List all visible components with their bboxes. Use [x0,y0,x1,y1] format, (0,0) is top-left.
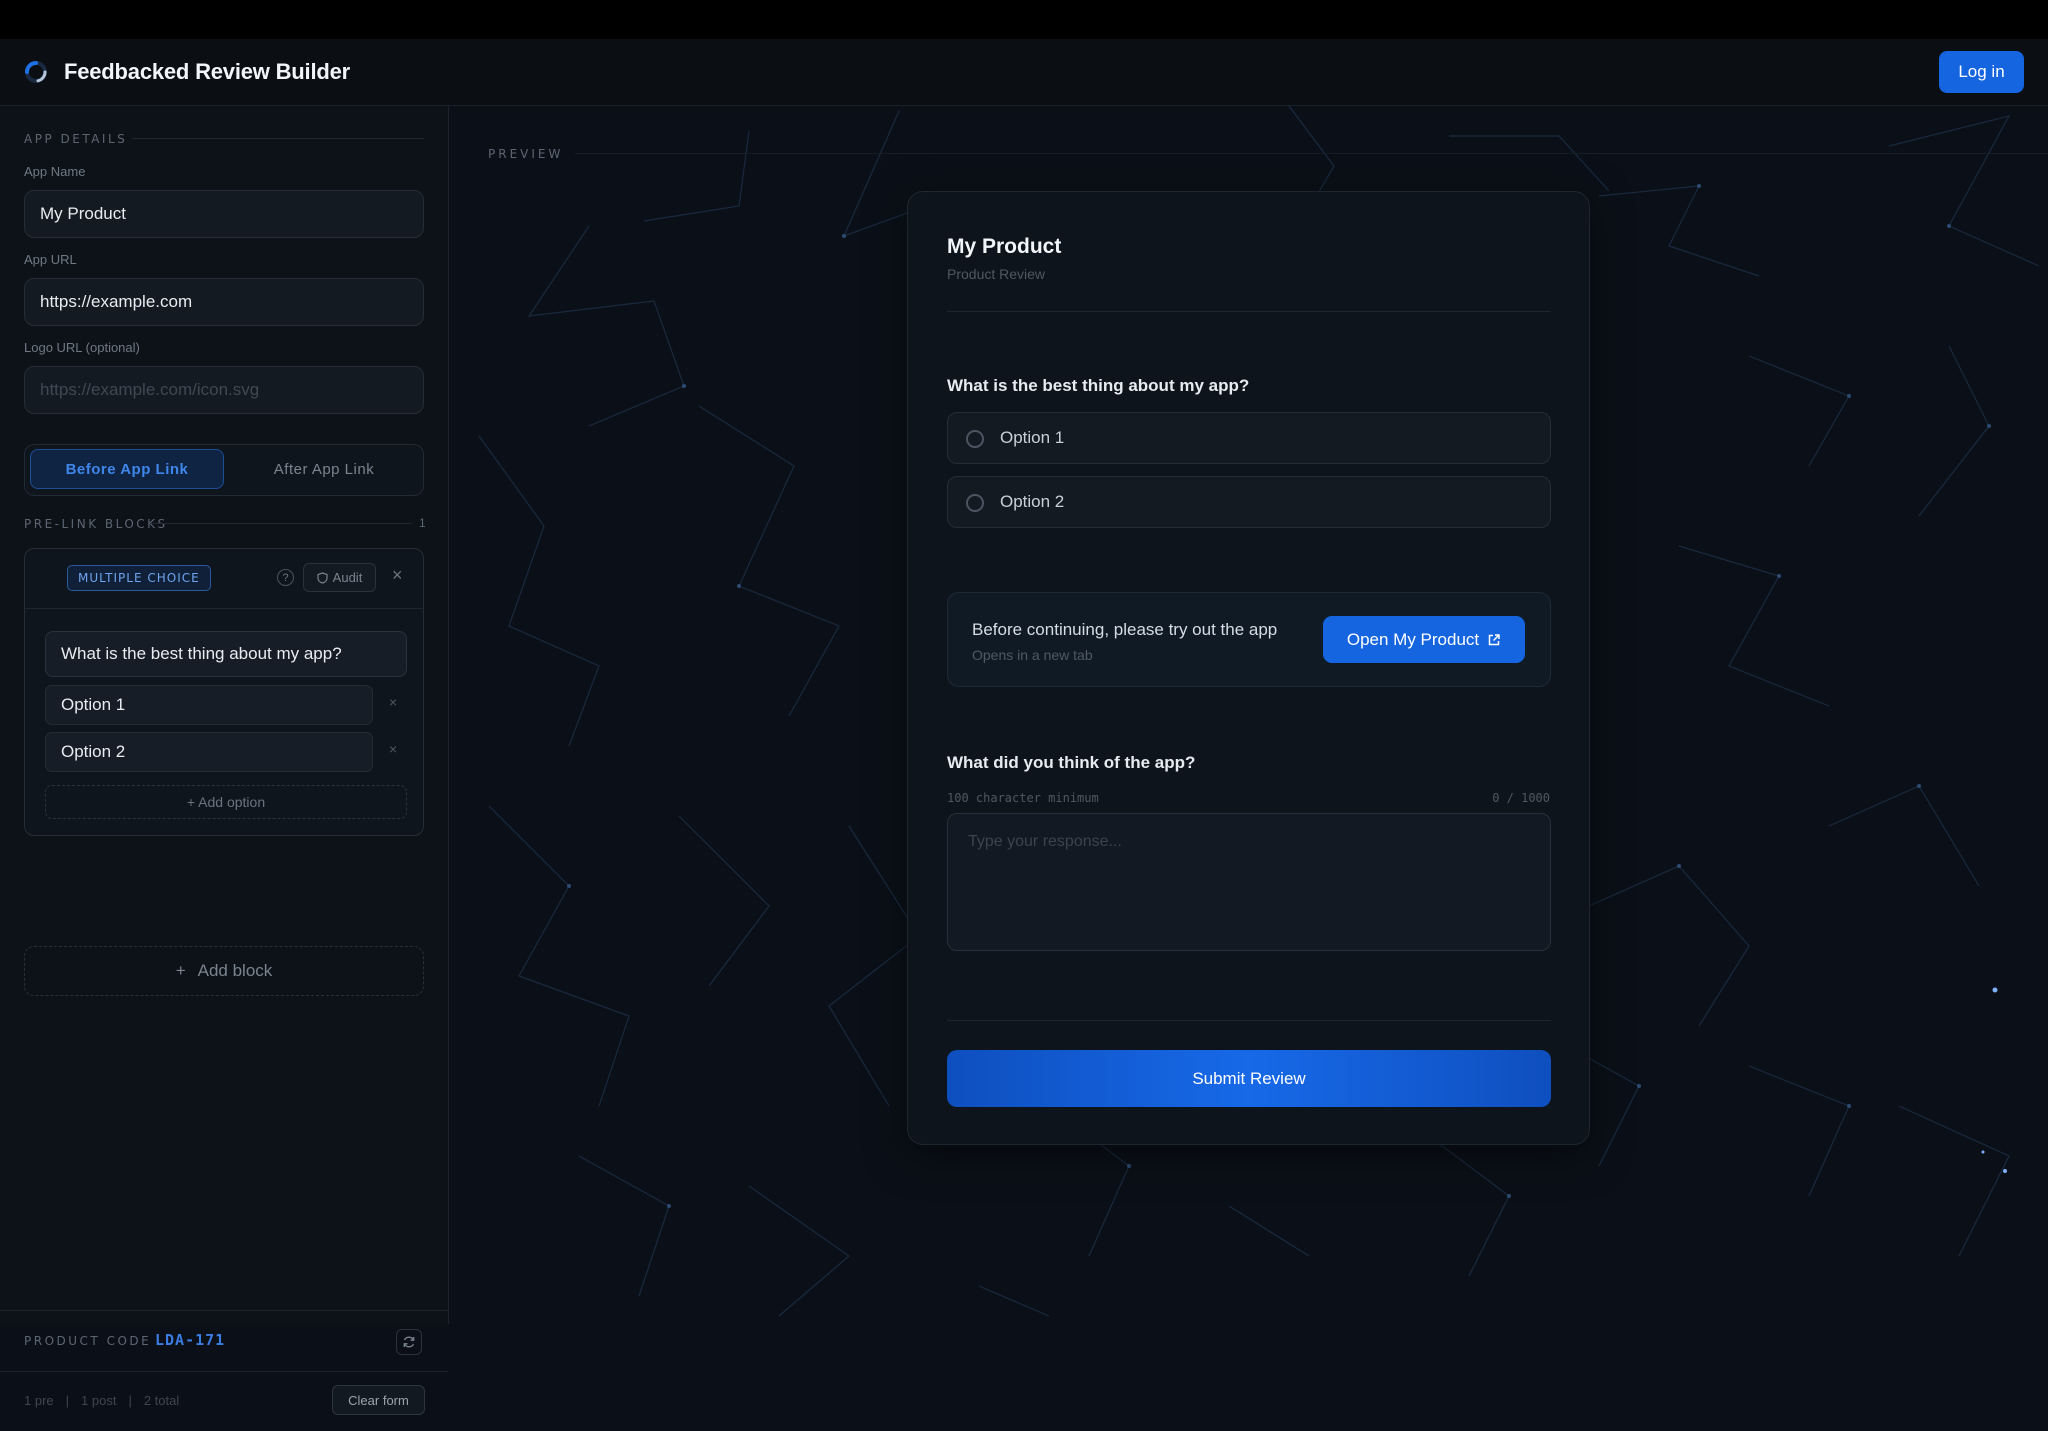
add-block-button[interactable]: + Add block [24,946,424,996]
pre-count: 1 pre [24,1393,54,1408]
plus-icon: + [175,961,186,980]
form-header-divider [947,311,1551,312]
product-code-label: PRODUCT CODE [24,1334,152,1348]
help-icon[interactable]: ? [277,569,294,586]
login-button[interactable]: Log in [1939,51,2024,93]
app-logo-icon [25,61,47,83]
form-subtitle: Product Review [947,266,1046,282]
app-link-text: Before continuing, please try out the ap… [972,620,1278,639]
block-header: MULTIPLE CHOICE ? Audit × [25,549,423,609]
block-card: MULTIPLE CHOICE ? Audit × What is the be… [24,548,424,836]
response-placeholder: Type your response... [968,833,1122,850]
logo-url-label: Logo URL (optional) [24,340,140,355]
prelink-count: 1 [419,516,426,530]
add-option-button[interactable]: + Add option [45,785,407,819]
option-input[interactable]: Option 2 [45,732,373,772]
remove-option-icon[interactable]: × [389,694,397,710]
app-url-input[interactable]: https://example.com [24,278,424,326]
post-count: 1 post [81,1393,117,1408]
min-char-hint: 100 character minimum [947,791,1099,805]
radio-option[interactable]: Option 2 [947,476,1551,528]
shield-icon [317,571,328,584]
radio-option-label: Option 1 [1000,428,1065,447]
builder-sidebar: APP DETAILS App Name My Product App URL … [0,106,449,1415]
refresh-icon [403,1336,415,1348]
question-1-title: What is the best thing about my app? [947,376,1250,395]
app-name-input[interactable]: My Product [24,190,424,238]
remove-option-icon[interactable]: × [389,741,397,757]
footer-divider [0,1371,448,1372]
radio-option[interactable]: Option 1 [947,412,1551,464]
review-form-preview: My Product Product Review What is the be… [907,191,1590,1145]
section-divider [132,138,424,139]
app-link-prompt: Before continuing, please try out the ap… [947,592,1551,687]
question-2-title: What did you think of the app? [947,753,1196,772]
total-count: 2 total [143,1393,180,1408]
link-position-toggle: Before App Link After App Link [24,444,424,496]
audit-button[interactable]: Audit [303,563,376,592]
app-url-label: App URL [24,252,77,267]
clear-form-button[interactable]: Clear form [332,1385,425,1415]
regenerate-code-button[interactable] [396,1329,422,1355]
logo-url-input[interactable]: https://example.com/icon.svg [24,366,424,414]
window-top-strip [0,0,2048,39]
question-input[interactable]: What is the best thing about my app? [45,631,407,677]
submit-review-button[interactable]: Submit Review [947,1050,1551,1107]
form-footer-divider [947,1020,1551,1021]
app-link-subtext: Opens in a new tab [972,647,1093,663]
radio-circle-icon [966,430,984,448]
section-divider [150,523,412,524]
app-name-label: App Name [24,164,86,179]
option-input[interactable]: Option 1 [45,685,373,725]
prelink-blocks-heading: PRE-LINK BLOCKS [24,517,168,531]
audit-label: Audit [332,570,363,585]
tab-after-app-link[interactable]: After App Link [228,449,420,489]
app-details-heading: APP DETAILS [24,132,128,146]
sidebar-footer: PRODUCT CODE LDA-171 1 pre | 1 post | 2 … [0,1310,448,1431]
open-app-label: Open My Product [1346,629,1480,649]
product-code-value: LDA-171 [155,1331,226,1349]
form-title: My Product [947,235,1062,258]
block-stats: 1 pre | 1 post | 2 total [24,1393,179,1408]
stat-separator: | [65,1393,70,1408]
stat-separator: | [128,1393,132,1408]
radio-circle-icon [966,494,984,512]
app-header: Feedbacked Review Builder Log in [0,39,2048,106]
remove-block-icon[interactable]: × [392,565,403,586]
tab-before-app-link[interactable]: Before App Link [30,449,224,489]
response-textarea[interactable]: Type your response... [947,813,1551,951]
open-app-button[interactable]: Open My Product [1323,616,1525,663]
preview-divider [575,153,2048,154]
preview-heading: PREVIEW [488,147,564,161]
radio-option-label: Option 2 [1000,492,1065,511]
external-link-icon [1488,633,1500,645]
char-counter: 0 / 1000 [1492,791,1550,805]
app-title: Feedbacked Review Builder [64,59,350,84]
add-block-label: Add block [197,961,273,980]
block-type-badge: MULTIPLE CHOICE [67,565,211,591]
